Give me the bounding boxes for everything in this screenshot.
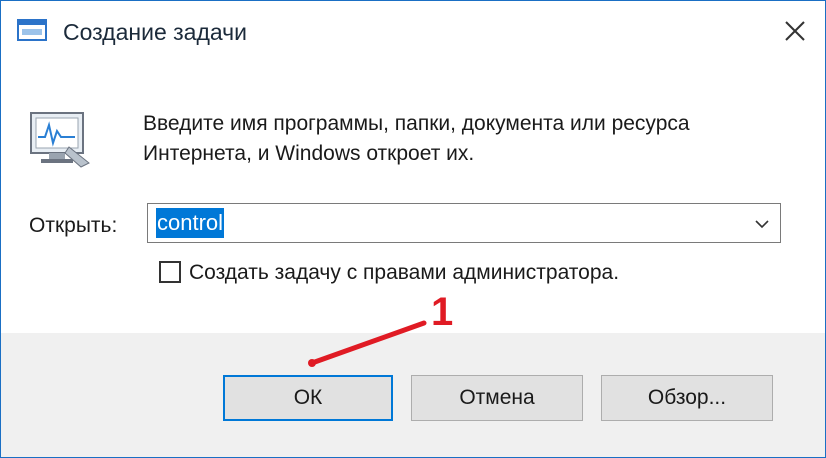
ok-button[interactable]: ОК (223, 375, 393, 421)
open-label: Открыть: (29, 214, 118, 237)
admin-checkbox-label[interactable]: Создать задачу с правами администратора. (189, 259, 619, 287)
open-input-value[interactable]: control (156, 208, 225, 238)
button-bar: ОК Отмена Обзор... (1, 333, 825, 457)
task-monitor-icon (30, 112, 90, 168)
window-title: Создание задачи (63, 19, 247, 45)
instruction-text: Введите имя программы, папки, документа … (143, 112, 690, 165)
task-dialog-window: Создание задачи Введите имя программы, п… (0, 0, 826, 458)
open-combobox[interactable]: control (147, 203, 781, 243)
dialog-content: Введите имя программы, папки, документа … (1, 63, 825, 333)
close-icon[interactable] (777, 13, 813, 49)
admin-checkbox[interactable] (159, 261, 181, 283)
cancel-button[interactable]: Отмена (411, 375, 583, 421)
run-dialog-icon (17, 19, 47, 41)
annotation-number: 1 (431, 290, 454, 334)
chevron-down-icon[interactable] (752, 214, 772, 234)
title-bar[interactable]: Создание задачи (1, 1, 825, 63)
browse-button[interactable]: Обзор... (601, 375, 773, 421)
